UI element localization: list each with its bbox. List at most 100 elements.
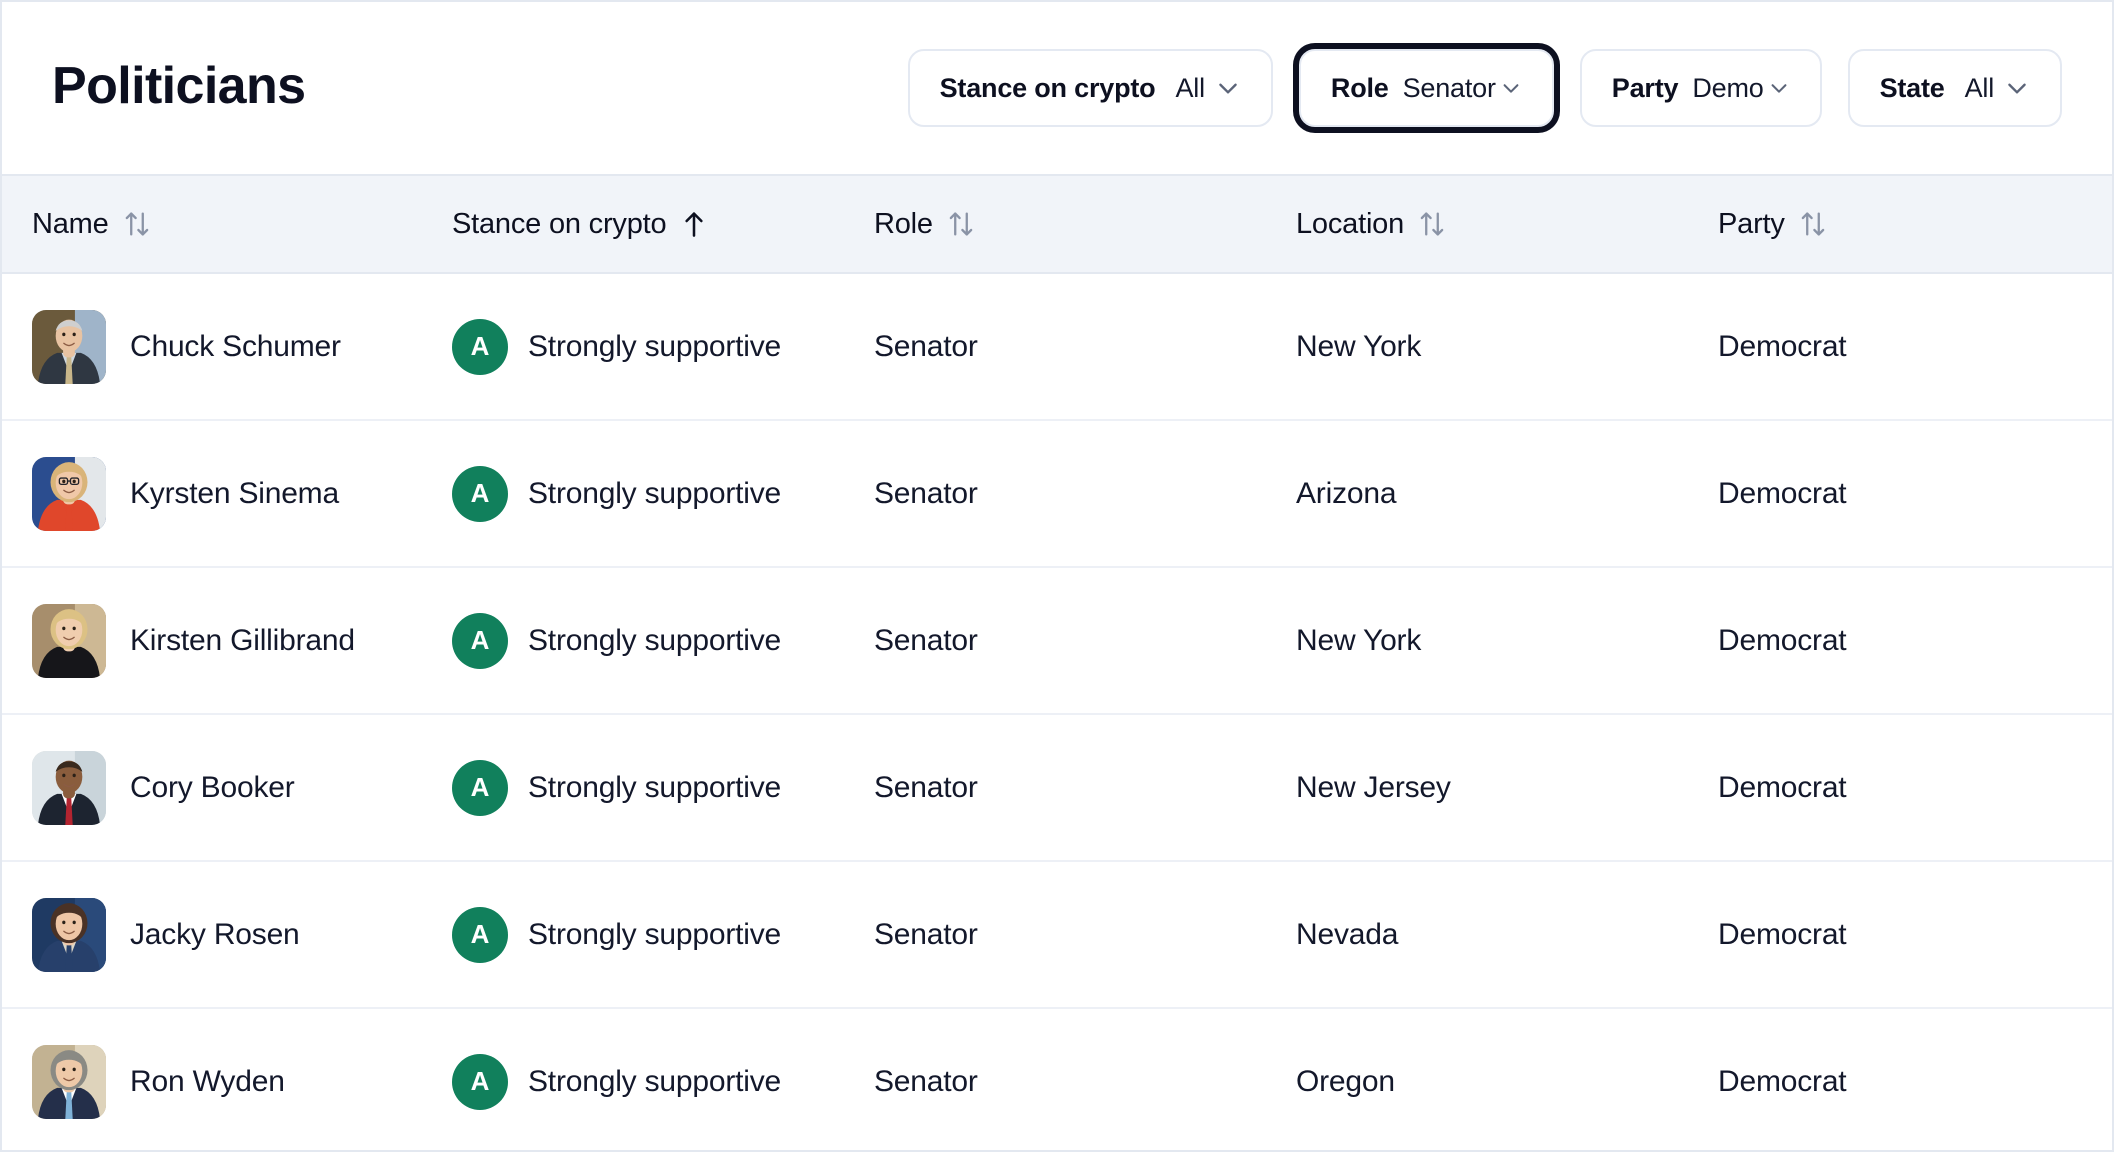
- party-label: Democrat: [1718, 1064, 1847, 1098]
- cell-name: Cory Booker: [2, 750, 452, 825]
- column-header-name-button[interactable]: Name: [32, 208, 151, 241]
- role-label: Senator: [874, 1064, 978, 1098]
- stance-grade-badge: A: [452, 318, 508, 375]
- cell-party: Democrat: [1718, 771, 2112, 805]
- table-body: Chuck Schumer A Strongly supportive Senator…: [2, 274, 2112, 1150]
- column-header-role[interactable]: Role: [874, 208, 1296, 241]
- table-header-row: Name Stance on crypto Role Location Party: [2, 174, 2112, 274]
- chevron-down-icon: [1500, 77, 1522, 99]
- filter-state-value: All: [1964, 72, 1995, 103]
- cell-location: New York: [1296, 624, 1718, 658]
- role-label: Senator: [874, 623, 978, 657]
- location-label: New York: [1296, 623, 1422, 657]
- cell-location: Nevada: [1296, 918, 1718, 952]
- kirsten-gillibrand-avatar: [32, 603, 106, 678]
- filter-party-value: Demo: [1692, 72, 1764, 103]
- politician-name: Chuck Schumer: [130, 329, 341, 363]
- cell-location: Arizona: [1296, 477, 1718, 511]
- cell-location: Oregon: [1296, 1065, 1718, 1099]
- cell-stance: A Strongly supportive: [452, 1053, 874, 1110]
- table-row[interactable]: Kyrsten Sinema A Strongly supportive Senato…: [2, 421, 2112, 568]
- stance-group: A Strongly supportive: [452, 465, 782, 522]
- cell-name: Jacky Rosen: [2, 897, 452, 972]
- cell-party: Democrat: [1718, 477, 2112, 511]
- stance-label: Strongly supportive: [528, 917, 782, 951]
- cell-party: Democrat: [1718, 918, 2112, 952]
- cell-name: Ron Wyden: [2, 1044, 452, 1119]
- filter-state[interactable]: State All: [1847, 49, 2062, 127]
- column-header-location-button[interactable]: Location: [1296, 208, 1446, 241]
- cell-party: Democrat: [1718, 1065, 2112, 1099]
- sort-both-icon: [1418, 209, 1446, 239]
- filter-role[interactable]: Role Senator: [1298, 49, 1554, 127]
- party-label: Democrat: [1718, 329, 1847, 363]
- party-label: Democrat: [1718, 917, 1847, 951]
- filter-role-value-group: Senator: [1403, 73, 1522, 104]
- party-label: Democrat: [1718, 770, 1847, 804]
- stance-group: A Strongly supportive: [452, 612, 781, 669]
- table-row[interactable]: Jacky Rosen A Strongly supportive Senator Ne…: [2, 862, 2112, 1009]
- column-header-location-label: Location: [1296, 207, 1405, 240]
- column-header-location[interactable]: Location: [1296, 208, 1718, 241]
- party-label: Democrat: [1718, 476, 1847, 510]
- table-row[interactable]: Chuck Schumer A Strongly supportive Senator…: [2, 274, 2112, 421]
- filter-party-value-group: Demo: [1692, 73, 1789, 104]
- column-header-role-button[interactable]: Role: [874, 208, 975, 241]
- ron-wyden-avatar: [32, 1044, 106, 1119]
- role-label: Senator: [874, 329, 978, 363]
- column-header-stance-button[interactable]: Stance on crypto: [452, 208, 708, 241]
- column-header-party[interactable]: Party: [1718, 208, 2112, 241]
- table-row[interactable]: Ron Wyden A Strongly supportive Senator Oreg…: [2, 1009, 2112, 1150]
- column-header-party-button[interactable]: Party: [1718, 208, 1827, 241]
- cell-role: Senator: [874, 918, 1296, 952]
- filter-party-label: Party: [1611, 72, 1679, 103]
- politicians-page: Politicians Stance on crypto All Role Senat…: [0, 0, 2114, 1152]
- column-header-stance[interactable]: Stance on crypto: [452, 208, 874, 241]
- location-label: Nevada: [1296, 917, 1399, 951]
- cell-stance: A Strongly supportive: [452, 612, 874, 669]
- sort-both-icon: [1799, 209, 1827, 239]
- chevron-down-icon: [2004, 75, 2030, 101]
- role-label: Senator: [874, 917, 978, 951]
- kyrsten-sinema-avatar: [32, 456, 106, 531]
- page-header: Politicians Stance on crypto All Role Senat…: [2, 2, 2112, 174]
- cell-name: Kyrsten Sinema: [2, 456, 452, 531]
- filter-stance-value: All: [1175, 72, 1205, 103]
- cory-booker-avatar: [32, 750, 106, 825]
- column-header-name-label: Name: [32, 207, 109, 240]
- filter-stance[interactable]: Stance on crypto All: [907, 49, 1273, 127]
- sort-both-icon: [123, 209, 151, 239]
- filter-role-label: Role: [1330, 72, 1389, 103]
- column-header-name[interactable]: Name: [2, 208, 452, 241]
- stance-label: Strongly supportive: [528, 1064, 782, 1098]
- politicians-table: Name Stance on crypto Role Location Party Ch…: [2, 174, 2112, 1150]
- filter-party[interactable]: Party Demo: [1579, 49, 1822, 127]
- cell-role: Senator: [874, 477, 1296, 511]
- location-label: New Jersey: [1296, 770, 1451, 804]
- stance-label: Strongly supportive: [528, 329, 782, 363]
- cell-stance: A Strongly supportive: [452, 318, 874, 375]
- cell-role: Senator: [874, 1065, 1296, 1099]
- location-label: Arizona: [1296, 476, 1397, 510]
- politician-name: Cory Booker: [130, 770, 295, 804]
- jacky-rosen-avatar: [32, 897, 106, 972]
- cell-party: Democrat: [1718, 624, 2112, 658]
- cell-stance: A Strongly supportive: [452, 465, 874, 522]
- stance-group: A Strongly supportive: [452, 1053, 782, 1110]
- filter-bar: Stance on crypto All Role Senator Party Demo S…: [907, 49, 2068, 127]
- sort-both-icon: [947, 209, 975, 239]
- politician-name: Ron Wyden: [130, 1064, 285, 1098]
- table-row[interactable]: Cory Booker A Strongly supportive Senator Ne…: [2, 715, 2112, 862]
- column-header-role-label: Role: [874, 207, 933, 240]
- chevron-down-icon: [1768, 77, 1790, 99]
- table-row[interactable]: Kirsten Gillibrand A Strongly supportive Se…: [2, 568, 2112, 715]
- stance-label: Strongly supportive: [528, 476, 782, 510]
- cell-role: Senator: [874, 330, 1296, 364]
- stance-grade-badge: A: [452, 759, 508, 816]
- cell-role: Senator: [874, 771, 1296, 805]
- cell-role: Senator: [874, 624, 1296, 658]
- chevron-down-icon: [1215, 75, 1241, 101]
- stance-group: A Strongly supportive: [452, 906, 782, 963]
- location-label: New York: [1296, 329, 1422, 363]
- stance-grade-badge: A: [452, 1053, 508, 1110]
